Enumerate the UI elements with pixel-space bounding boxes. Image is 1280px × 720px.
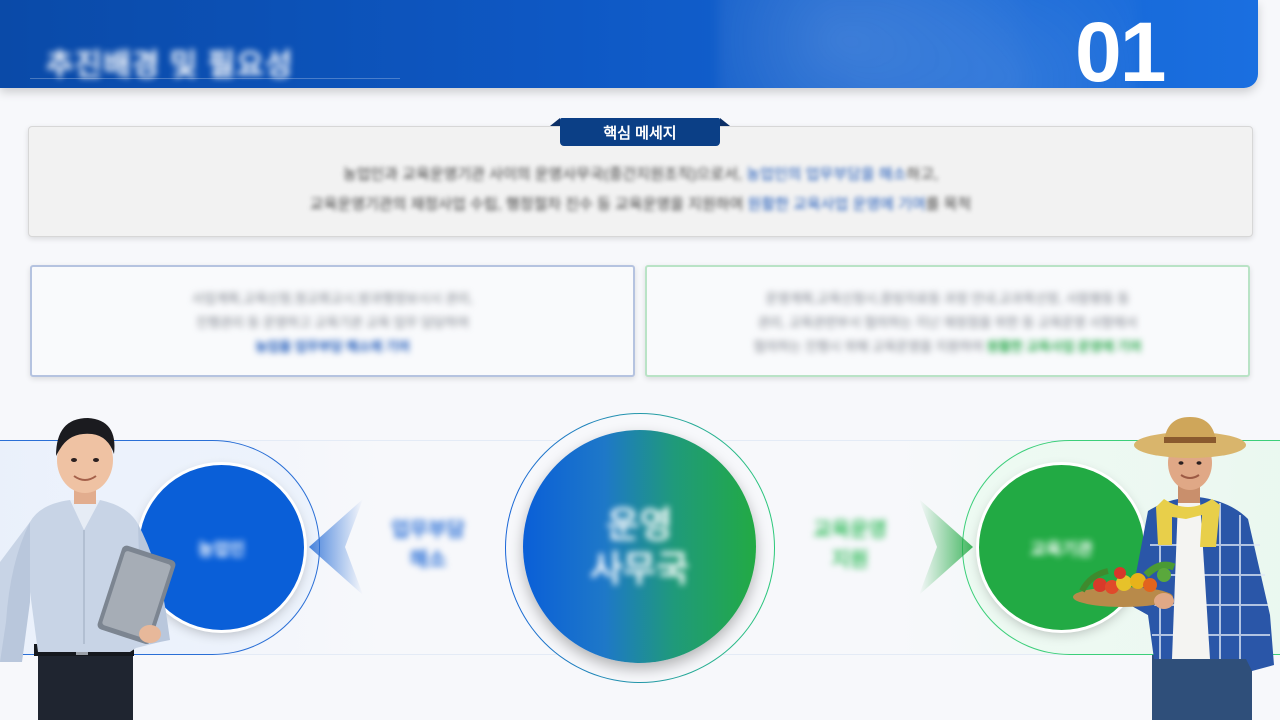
right-info-text: 운영계획,교육신청시,증빙자료등 과정 안내,교과목선정, 사람평등 등 관리,…: [647, 287, 1248, 359]
right-info-line-1: 운영계획,교육신청시,증빙자료등 과정 안내,교과목선정, 사람평등 등: [765, 291, 1130, 306]
office-worker-illustration: [0, 418, 176, 720]
right-flow-label: 교육운영 지원: [790, 515, 910, 575]
right-chevron-icon: [919, 499, 973, 595]
right-info-line-3-text: 협의하는 진행시 위해 교육운영을 지원하여: [753, 339, 987, 354]
secretariat-circle: 운영 사무국: [523, 430, 756, 663]
left-info-line-2: 진행관리 등 운영하고 교육기관 교육 업무 담당하여: [196, 315, 469, 330]
section-number: 01: [1075, 5, 1166, 88]
title-divider: [30, 78, 400, 79]
left-info-box: 사업계획,교육신청,청교회교시,방과행정보시시 관리, 진행관리 등 운영하고 …: [30, 265, 635, 377]
right-info-box: 운영계획,교육신청시,증빙자료등 과정 안내,교과목선정, 사람평등 등 관리,…: [645, 265, 1250, 377]
right-info-highlight: 원활한 교육사업 운영에 기여: [986, 339, 1142, 354]
left-info-text: 사업계획,교육신청,청교회교시,방과행정보시시 관리, 진행관리 등 운영하고 …: [32, 287, 633, 359]
left-info-line-1: 사업계획,교육신청,청교회교시,방과행정보시시 관리,: [191, 291, 474, 306]
key-message-text: 농업인과 교육운영기관 사이의 운영사무국(중간지원조직)으로서, 농업인의 업…: [28, 160, 1253, 220]
key-line2-suffix: 를 목적: [925, 196, 972, 213]
key-line1-highlight: 농업인의 업무부담을 해소: [746, 166, 907, 183]
left-flow-line-1: 업무부담: [391, 519, 465, 541]
farmer-circle-label: 농업인: [198, 540, 245, 559]
left-info-highlight: 농업을 업무부담 해소에 기여: [255, 339, 410, 354]
key-message-line-1: 농업인과 교육운영기관 사이의 운영사무국(중간지원조직)으로서, 농업인의 업…: [28, 160, 1253, 190]
key-line1-suffix: 하고,: [906, 166, 939, 183]
key-message-line-2: 교육운영기관의 재정사업 수립, 행정절차 진수 등 교육운영을 지원하여 원활…: [28, 190, 1253, 220]
right-flow-line-2: 지원: [831, 549, 869, 571]
left-chevron-icon: [309, 499, 363, 595]
secretariat-label: 운영 사무국: [590, 503, 689, 591]
left-flow-label: 업무부담 해소: [368, 515, 488, 575]
key-line2-text: 교육운영기관의 재정사업 수립, 행정절차 진수 등 교육운영을 지원하여: [309, 196, 748, 213]
key-line1-text: 농업인과 교육운영기관 사이의 운영사무국(중간지원조직)으로서,: [342, 166, 747, 183]
right-flow-line-1: 교육운영: [813, 519, 887, 541]
secretariat-label-line-2: 사무국: [589, 547, 690, 589]
right-info-line-3: 협의하는 진행시 위해 교육운영을 지원하여 원활한 교육사업 운영에 기여: [647, 335, 1248, 359]
farmer-illustration: [1073, 417, 1274, 720]
key-line2-highlight: 원활한 교육사업 운영에 기여: [747, 196, 926, 213]
header-banner: 추진배경 및 필요성 01: [0, 0, 1258, 88]
secretariat-label-line-1: 운영: [606, 503, 673, 545]
left-flow-line-2: 해소: [409, 549, 447, 571]
right-info-line-2: 관리, 교육관련부서 협의하는 지난 재정점을 위한 등 교육운영 사항에서: [757, 315, 1138, 330]
key-message-tab: 핵심 메세지: [550, 118, 730, 146]
